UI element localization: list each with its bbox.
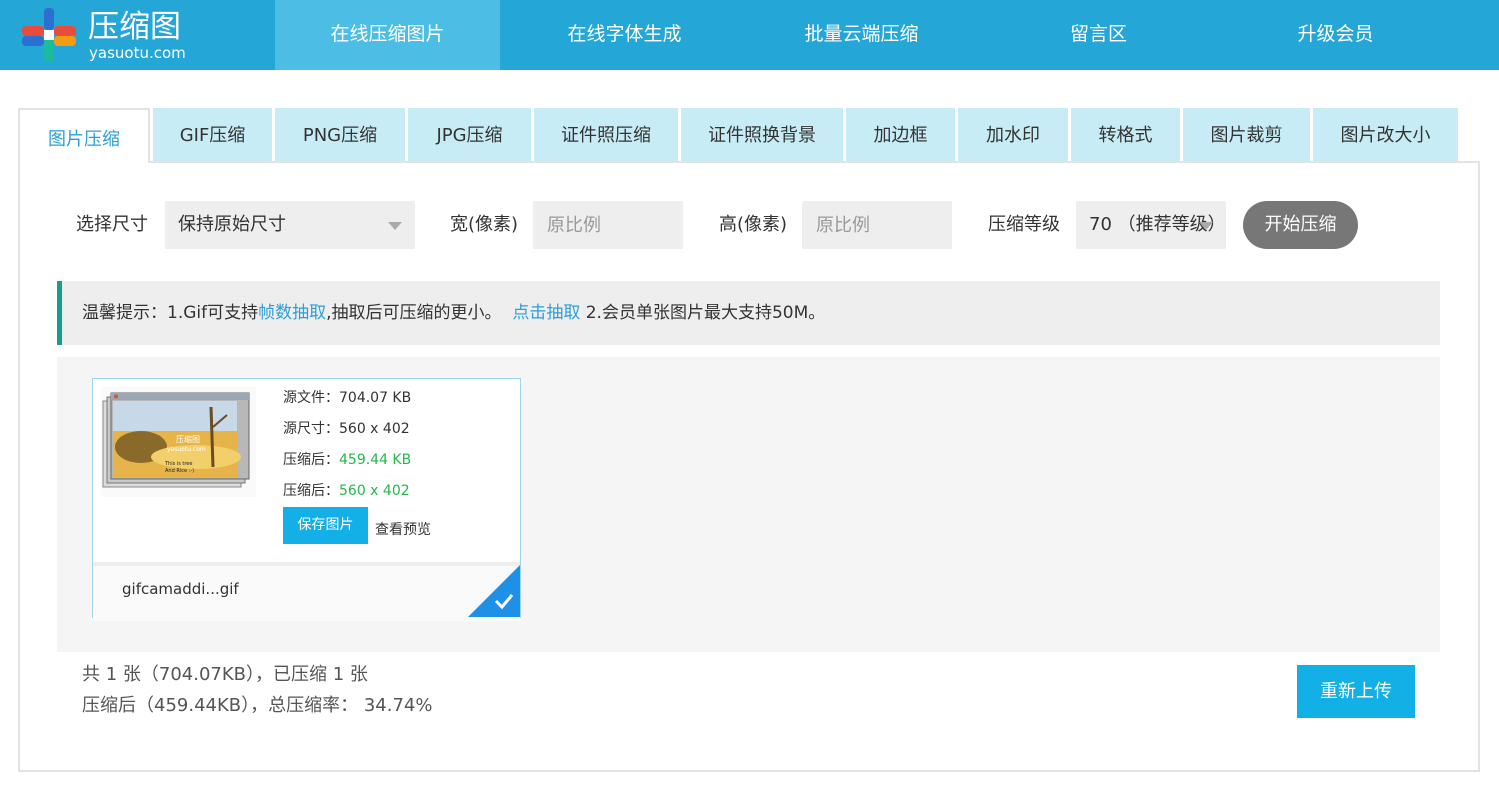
brand-subtitle: yasuotu.com bbox=[89, 44, 186, 62]
tab-crop[interactable]: 图片裁剪 bbox=[1183, 108, 1310, 161]
tip-prefix: 温馨提示：1.Gif可支持 bbox=[82, 303, 259, 323]
compressed-size-label: 压缩后： bbox=[283, 452, 339, 468]
tab-id-photo-compress[interactable]: 证件照压缩 bbox=[534, 108, 678, 161]
thumb-watermark: 压缩图 bbox=[176, 434, 200, 444]
reupload-button[interactable]: 重新上传 bbox=[1297, 665, 1415, 718]
source-dim-label: 源尺寸： bbox=[283, 421, 339, 437]
height-input[interactable] bbox=[802, 201, 952, 249]
file-card-footer: gifcamaddi...gif bbox=[93, 562, 520, 621]
tab-jpg-compress[interactable]: JPG压缩 bbox=[408, 108, 531, 161]
source-size-row: 源文件：704.07 KB bbox=[283, 388, 411, 408]
width-input[interactable] bbox=[533, 201, 683, 249]
top-navigation-bar: 压缩图 yasuotu.com 在线压缩图片 在线字体生成 批量云端压缩 留言区… bbox=[0, 0, 1499, 70]
tab-resize[interactable]: 图片改大小 bbox=[1313, 108, 1458, 161]
size-select[interactable]: 保持原始尺寸 bbox=[165, 201, 415, 249]
nav-item-batch-cloud[interactable]: 批量云端压缩 bbox=[749, 0, 974, 70]
nav-item-messages[interactable]: 留言区 bbox=[986, 0, 1211, 70]
source-dim-row: 源尺寸：560 x 402 bbox=[283, 419, 410, 439]
view-preview-link[interactable]: 查看预览 bbox=[375, 519, 431, 539]
thumb-text-2: And Rice :-) bbox=[165, 468, 194, 474]
chevron-down-icon bbox=[1199, 222, 1213, 230]
nav-item-online-compress[interactable]: 在线压缩图片 bbox=[275, 0, 500, 70]
tip-suffix: 2.会员单张图片最大支持50M。 bbox=[585, 303, 826, 323]
tab-gif-compress[interactable]: GIF压缩 bbox=[153, 108, 272, 161]
thumbnail-image: 压缩图 yasuotu.com This is tree And Rice :-… bbox=[102, 392, 250, 488]
tip-banner: 温馨提示：1.Gif可支持帧数抽取,抽取后可压缩的更小。 点击抽取 2.会员单张… bbox=[57, 281, 1440, 345]
level-select[interactable]: 70 （推荐等级） bbox=[1076, 201, 1226, 249]
tab-convert-format[interactable]: 转格式 bbox=[1071, 108, 1180, 161]
size-label: 选择尺寸 bbox=[76, 214, 148, 235]
thumb-text-1: This is tree bbox=[164, 461, 192, 467]
width-label: 宽(像素) bbox=[450, 214, 519, 235]
height-label: 高(像素) bbox=[719, 214, 788, 235]
source-size-value: 704.07 KB bbox=[339, 390, 412, 406]
file-name: gifcamaddi...gif bbox=[122, 580, 239, 598]
source-size-label: 源文件： bbox=[283, 390, 339, 406]
nav-item-font-generate[interactable]: 在线字体生成 bbox=[512, 0, 737, 70]
level-label: 压缩等级 bbox=[988, 214, 1060, 235]
summary-ratio: 压缩后（459.44KB），总压缩率： 34.74% bbox=[82, 695, 433, 716]
frame-extract-link[interactable]: 帧数抽取 bbox=[258, 303, 326, 323]
compressed-dim-row: 压缩后：560 x 402 bbox=[283, 481, 410, 501]
tab-png-compress[interactable]: PNG压缩 bbox=[275, 108, 405, 161]
tab-image-compress[interactable]: 图片压缩 bbox=[18, 108, 150, 163]
file-card: 压缩图 yasuotu.com This is tree And Rice :-… bbox=[92, 378, 521, 621]
save-image-button[interactable]: 保存图片 bbox=[283, 507, 368, 544]
thumb-watermark-url: yasuotu.com bbox=[167, 446, 206, 453]
file-thumbnail[interactable]: 压缩图 yasuotu.com This is tree And Rice :-… bbox=[101, 387, 256, 497]
size-select-value: 保持原始尺寸 bbox=[178, 214, 286, 235]
tab-id-photo-background[interactable]: 证件照换背景 bbox=[681, 108, 843, 161]
brand-title: 压缩图 bbox=[88, 9, 181, 45]
chevron-down-icon bbox=[388, 222, 402, 230]
compressed-dim-label: 压缩后： bbox=[283, 483, 339, 499]
tab-add-watermark[interactable]: 加水印 bbox=[958, 108, 1068, 161]
tab-add-border[interactable]: 加边框 bbox=[846, 108, 955, 161]
checkmark-icon bbox=[468, 565, 520, 617]
compressed-size-value: 459.44 KB bbox=[339, 452, 412, 468]
summary-count: 共 1 张（704.07KB），已压缩 1 张 bbox=[82, 664, 368, 685]
start-compress-button[interactable]: 开始压缩 bbox=[1243, 201, 1358, 249]
cross-logo-icon bbox=[22, 8, 76, 62]
compressed-dim-value: 560 x 402 bbox=[339, 483, 410, 499]
click-extract-link[interactable]: 点击抽取 bbox=[512, 303, 580, 323]
compressed-size-row: 压缩后：459.44 KB bbox=[283, 450, 411, 470]
tip-middle: ,抽取后可压缩的更小。 bbox=[326, 303, 502, 323]
nav-item-upgrade[interactable]: 升级会员 bbox=[1223, 0, 1448, 70]
source-dim-value: 560 x 402 bbox=[339, 421, 410, 437]
brand-logo[interactable]: 压缩图 yasuotu.com bbox=[22, 8, 262, 64]
